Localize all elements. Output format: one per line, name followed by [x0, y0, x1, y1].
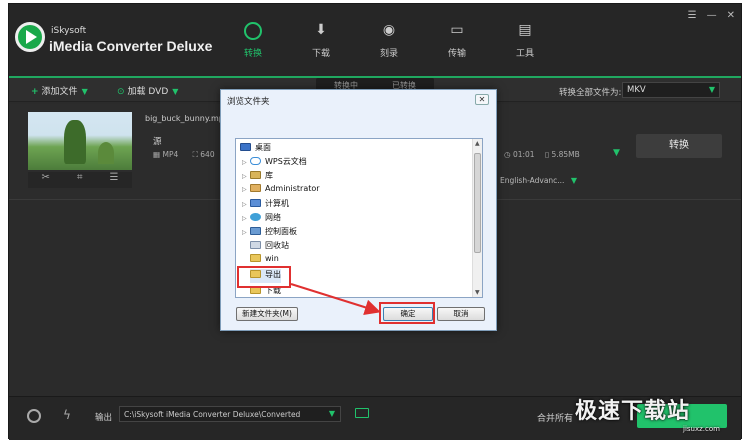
dvd-icon: ⊙ [117, 87, 125, 97]
source-label: 源 [153, 137, 162, 147]
nav-download-label: 下载 [311, 49, 330, 59]
file-icon: ▯ [544, 150, 550, 159]
nav-convert[interactable]: 转换 [219, 22, 287, 59]
resolution-icon: ⛶ [192, 150, 198, 159]
chevron-down-icon: ▼ [328, 409, 335, 418]
scissors-icon[interactable]: ✂ [42, 172, 50, 188]
adjust-icon[interactable]: ☰ [110, 172, 119, 188]
clock-icon: ◷ [504, 150, 511, 159]
source-resolution: 640 [200, 150, 215, 159]
nav-download[interactable]: ⬇ 下载 [287, 22, 355, 59]
film-icon: ▦ [153, 150, 161, 159]
burn-icon: ◉ [382, 22, 396, 38]
nav-transfer[interactable]: ▭ 传输 [423, 22, 491, 59]
convert-button[interactable]: 转换 [636, 134, 722, 158]
dest-duration: 01:01 [512, 150, 535, 159]
output-label: 输出 [95, 413, 113, 423]
nav-burn[interactable]: ◉ 刻录 [355, 22, 423, 59]
dest-info: ◷ 01:01 ▯ 5.85MB [504, 150, 580, 159]
thumbnail-tools: ✂ ⌗ ☰ [28, 172, 132, 188]
source-format: MP4 [162, 150, 179, 159]
nav-transfer-label: 传输 [447, 49, 466, 59]
nav-toolbox-label: 工具 [515, 49, 534, 59]
subtitle-value: English-Advanc... [500, 176, 565, 185]
nav-toolbox[interactable]: ▤ 工具 [491, 22, 559, 59]
schedule-icon[interactable] [27, 409, 41, 423]
close-icon[interactable]: ✕ [727, 10, 735, 21]
watermark-url: jisuxz.com [683, 425, 720, 433]
output-path-value: C:\iSkysoft iMedia Converter Deluxe\Conv… [124, 410, 301, 419]
toolbox-icon: ▤ [518, 22, 532, 38]
nav-burn-label: 刻录 [379, 49, 398, 59]
format-select[interactable]: MKV ▼ [622, 82, 720, 98]
top-bar: iSkysoft iMedia Converter Deluxe 转换 ⬇ 下载… [9, 4, 741, 76]
annotation-arrow [290, 283, 381, 316]
source-info: ▦ MP4 ⛶ 640 [153, 150, 215, 160]
crop-icon[interactable]: ⌗ [77, 172, 83, 188]
add-files-label: 添加文件 [41, 87, 78, 97]
chevron-down-icon: ▼ [708, 85, 715, 94]
window-controls: ☰ — ✕ [688, 10, 735, 21]
watermark: 极速下载站 [575, 399, 691, 424]
download-icon: ⬇ [315, 22, 327, 38]
video-thumbnail[interactable] [28, 112, 132, 170]
chevron-down-icon[interactable]: ▼ [613, 148, 620, 158]
convert-icon [219, 22, 287, 42]
open-folder-icon[interactable] [355, 408, 369, 418]
plus-icon: + [31, 87, 39, 97]
transfer-icon: ▭ [450, 22, 464, 38]
menu-icon[interactable]: ☰ [688, 10, 697, 21]
format-value: MKV [627, 85, 646, 95]
file-name: big_buck_bunny.mp4 [145, 114, 229, 123]
nav-convert-label: 转换 [243, 49, 262, 59]
add-files-button[interactable]: + 添加文件 ▼ [31, 84, 88, 97]
chevron-down-icon: ▼ [172, 87, 179, 96]
output-path-select[interactable]: C:\iSkysoft iMedia Converter Deluxe\Conv… [119, 406, 341, 422]
subtitle-select[interactable]: English-Advanc... ▼ [500, 176, 577, 185]
merge-all-label: 合并所有 [537, 414, 574, 424]
minimize-icon[interactable]: — [707, 10, 717, 21]
chevron-down-icon: ▼ [570, 176, 577, 185]
app-logo [15, 22, 45, 52]
main-nav: 转换 ⬇ 下载 ◉ 刻录 ▭ 传输 ▤ 工具 [219, 22, 559, 59]
brand-small: iSkysoft [51, 26, 87, 36]
lightning-icon[interactable]: ϟ [63, 408, 71, 422]
load-dvd-button[interactable]: ⊙ 加载 DVD ▼ [117, 84, 178, 97]
brand-name: iMedia Converter Deluxe [49, 38, 213, 54]
load-dvd-label: 加载 DVD [127, 87, 169, 97]
chevron-down-icon: ▼ [81, 87, 88, 96]
dest-size: 5.85MB [551, 150, 580, 159]
convert-all-to-label: 转换全部文件为: [559, 88, 622, 98]
browse-folder-dialog: 浏览文件夹 ✕ 桌面 ▷ WPS云文档 ▷ 库 ▷ Administrator ▷ 计算… [220, 89, 497, 331]
